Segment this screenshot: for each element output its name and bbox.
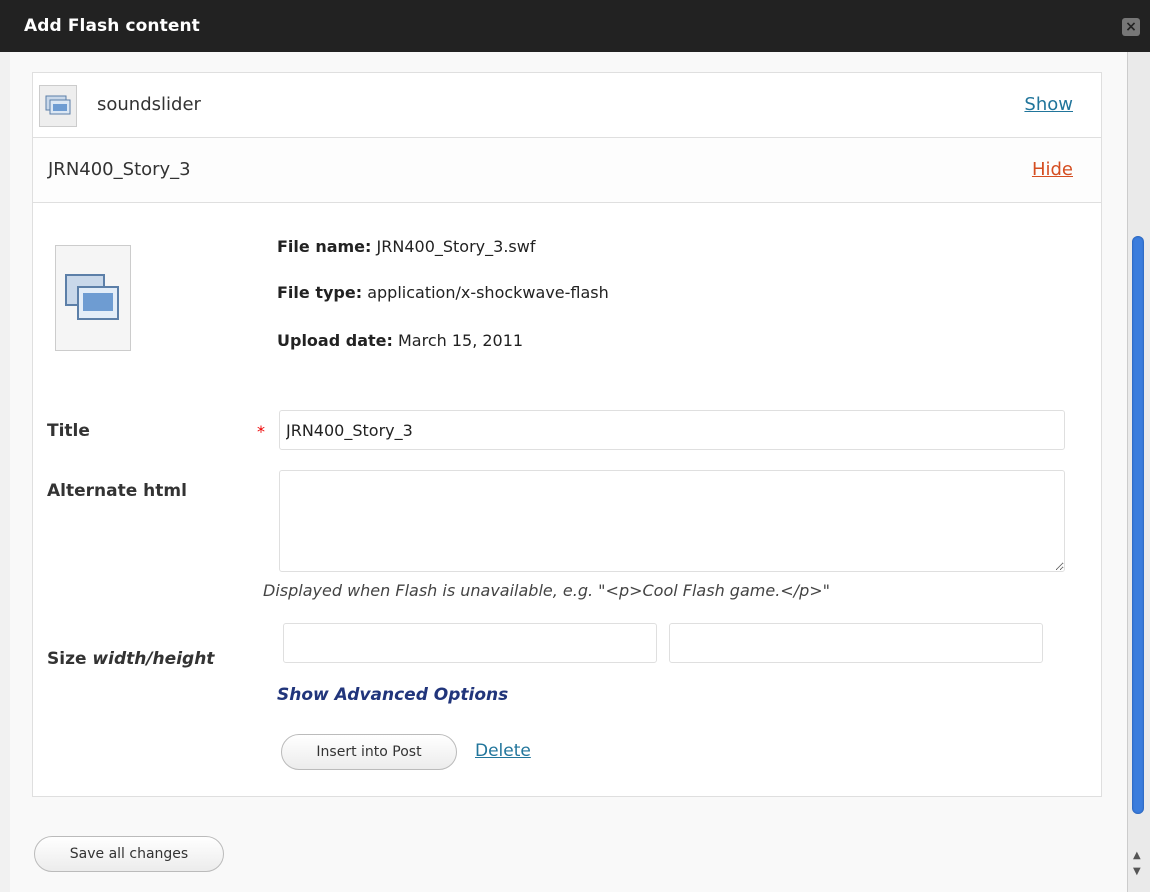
media-item-soundslider: soundslider Show: [33, 73, 1101, 138]
media-item-jrn400-story-3: JRN400_Story_3 Hide: [33, 138, 1101, 203]
show-advanced-options-link[interactable]: Show Advanced Options: [277, 685, 508, 705]
media-item-name: JRN400_Story_3: [48, 159, 191, 180]
scroll-down-icon[interactable]: ▼: [1133, 866, 1141, 877]
upload-date-value: March 15, 2011: [397, 331, 524, 350]
file-name-value: JRN400_Story_3.swf: [376, 237, 536, 256]
file-name-info: File name: JRN400_Story_3.swf: [277, 237, 535, 256]
required-marker: *: [257, 422, 265, 441]
alternate-html-label: Alternate html: [47, 481, 187, 501]
scrollbar-thumb[interactable]: [1132, 236, 1144, 814]
flash-file-icon: [65, 274, 119, 320]
dialog-title: Add Flash content: [24, 16, 200, 36]
hide-link[interactable]: Hide: [1032, 159, 1073, 180]
media-item-name: soundslider: [97, 94, 201, 115]
insert-into-post-button[interactable]: Insert into Post: [281, 734, 457, 770]
file-type-info: File type: application/x-shockwave-flash: [277, 283, 609, 302]
size-label: Size width/height: [47, 649, 214, 669]
title-input[interactable]: [279, 410, 1065, 450]
width-input[interactable]: [283, 623, 657, 663]
vertical-scrollbar[interactable]: ▲ ▼: [1127, 52, 1150, 892]
flash-thumbnail: [55, 245, 131, 351]
alternate-html-help: Displayed when Flash is unavailable, e.g…: [263, 581, 830, 600]
dialog-titlebar: Add Flash content ×: [0, 0, 1150, 52]
size-label-text: Size: [47, 649, 87, 669]
save-all-changes-button[interactable]: Save all changes: [34, 836, 224, 872]
media-list: soundslider Show JRN400_Story_3 Hide Fil…: [32, 72, 1102, 797]
show-link[interactable]: Show: [1024, 94, 1073, 115]
flash-file-icon: [39, 85, 77, 127]
height-input[interactable]: [669, 623, 1043, 663]
size-label-hint: width/height: [92, 649, 215, 669]
file-type-label: File type:: [277, 283, 363, 302]
scroll-up-icon[interactable]: ▲: [1133, 850, 1141, 861]
file-name-label: File name:: [277, 237, 372, 256]
upload-date-info: Upload date: March 15, 2011: [277, 331, 523, 350]
delete-link[interactable]: Delete: [475, 741, 531, 761]
dialog-content: soundslider Show JRN400_Story_3 Hide Fil…: [10, 52, 1127, 892]
upload-date-label: Upload date:: [277, 331, 393, 350]
title-label: Title: [47, 421, 90, 441]
file-type-value: application/x-shockwave-flash: [367, 283, 609, 302]
close-icon[interactable]: ×: [1122, 18, 1140, 36]
alternate-html-textarea[interactable]: [279, 470, 1065, 572]
